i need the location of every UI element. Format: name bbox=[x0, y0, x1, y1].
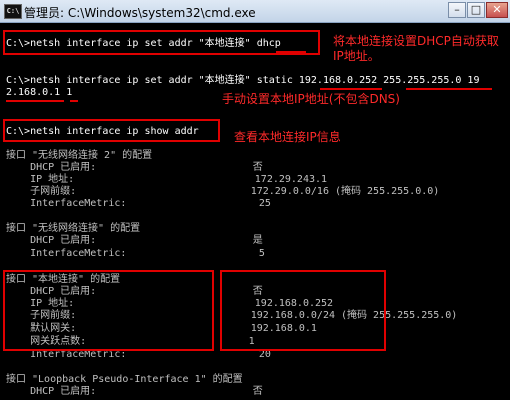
highlight-box-interface-name bbox=[3, 270, 214, 351]
ip-line: IP 地址: 172.29.243.1 bbox=[6, 174, 328, 185]
underline-metric bbox=[70, 100, 78, 102]
window-title: 管理员: C:\Windows\system32\cmd.exe bbox=[24, 6, 256, 20]
annotation-show: 查看本地连接IP信息 bbox=[234, 130, 341, 144]
title-bar[interactable]: C:\ 管理员: C:\Windows\system32\cmd.exe – □… bbox=[0, 0, 510, 23]
annotation-dhcp-cont: IP地址。 bbox=[333, 49, 380, 63]
dhcp-line: DHCP 已启用: 是 bbox=[6, 235, 263, 246]
command-static: C:\>netsh interface ip set addr "本地连接" s… bbox=[6, 75, 480, 86]
mask-line: 子网前缀: 172.29.0.0/16 (掩码 255.255.0.0) bbox=[6, 186, 440, 197]
dhcp-line: DHCP 已启用: 否 bbox=[6, 162, 263, 173]
underline-dhcp bbox=[276, 51, 306, 53]
dhcp-line: DHCP 已启用: 否 bbox=[6, 386, 263, 397]
maximize-button[interactable]: □ bbox=[467, 2, 485, 18]
underline-mask bbox=[406, 88, 492, 90]
minimize-button[interactable]: – bbox=[448, 2, 466, 18]
underline-gateway bbox=[6, 100, 64, 102]
interface-header: 接口 "Loopback Pseudo-Interface 1" 的配置 bbox=[6, 374, 243, 385]
underline-ip bbox=[320, 88, 382, 90]
close-button[interactable]: ✕ bbox=[486, 2, 508, 18]
highlight-box-show-command bbox=[3, 119, 220, 142]
interface-header: 接口 "无线网络连接" 的配置 bbox=[6, 223, 141, 234]
highlight-box-ip-values bbox=[220, 270, 386, 351]
highlight-box-dhcp-command bbox=[3, 30, 320, 55]
metric-line: InterfaceMetric: 5 bbox=[6, 248, 265, 259]
command-static-cont: 2.168.0.1 1 bbox=[6, 87, 73, 98]
annotation-static: 手动设置本地IP地址(不包含DNS) bbox=[222, 92, 400, 106]
annotation-dhcp: 将本地连接设置DHCP自动获取 bbox=[333, 34, 499, 48]
cmd-icon: C:\ bbox=[4, 4, 22, 19]
interface-header: 接口 "无线网络连接 2" 的配置 bbox=[6, 150, 153, 161]
metric-line: InterfaceMetric: 25 bbox=[6, 198, 271, 209]
